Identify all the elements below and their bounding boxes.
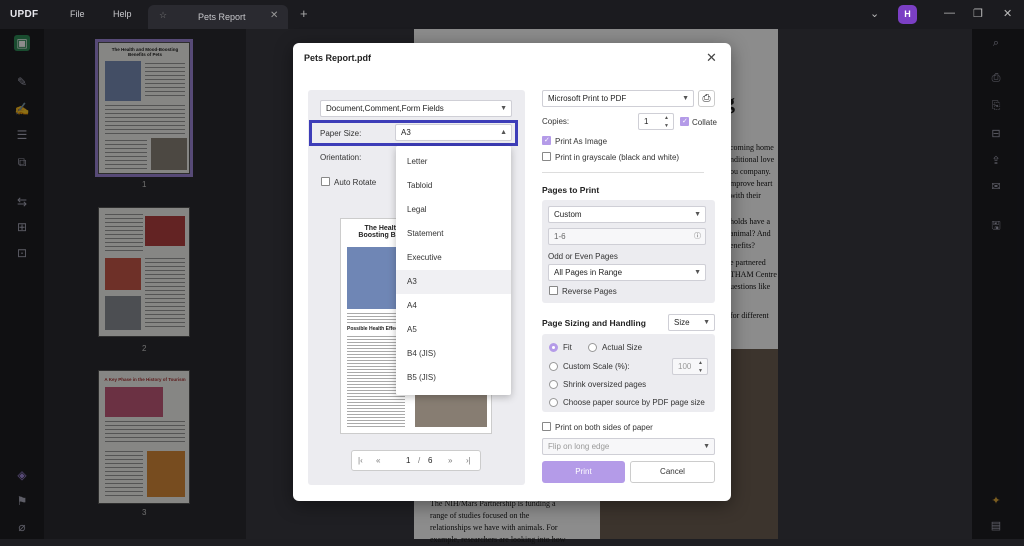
- odd-even-label: Odd or Even Pages: [548, 252, 618, 261]
- new-tab-icon[interactable]: +: [300, 6, 308, 21]
- print-as-image-label: Print As Image: [555, 137, 608, 146]
- next-page-icon[interactable]: »: [448, 456, 452, 465]
- tab-title: Pets Report: [198, 12, 246, 22]
- actual-size-label: Actual Size: [602, 343, 643, 352]
- grayscale-checkbox[interactable]: [542, 152, 551, 161]
- current-page[interactable]: 1: [406, 456, 410, 465]
- option-a4[interactable]: A4: [396, 294, 511, 318]
- reverse-pages-checkbox[interactable]: [549, 286, 558, 295]
- printer-properties-icon[interactable]: ⎙: [698, 90, 715, 107]
- auto-rotate-checkbox[interactable]: [321, 177, 330, 186]
- pages-to-print-heading: Pages to Print: [542, 185, 600, 195]
- option-b5-jis[interactable]: B5 (JIS): [396, 366, 511, 390]
- pages-mode-select[interactable]: Custom ▼: [548, 206, 706, 223]
- collate-checkbox[interactable]: [680, 117, 689, 126]
- restore-icon[interactable]: ❐: [973, 7, 983, 20]
- fit-radio[interactable]: [549, 343, 558, 352]
- auto-rotate-label: Auto Rotate: [334, 178, 377, 187]
- close-window-icon[interactable]: ✕: [1003, 7, 1012, 20]
- tab-close-icon[interactable]: ✕: [270, 10, 278, 21]
- shrink-label: Shrink oversized pages: [563, 380, 647, 389]
- both-sides-checkbox[interactable]: [542, 422, 551, 431]
- actual-size-radio[interactable]: [588, 343, 597, 352]
- custom-scale-label: Custom Scale (%):: [563, 362, 630, 371]
- odd-even-select[interactable]: All Pages in Range ▼: [548, 264, 706, 281]
- print-button[interactable]: Print: [542, 461, 625, 483]
- page-sizing-heading: Page Sizing and Handling: [542, 318, 646, 328]
- close-icon[interactable]: ✕: [706, 50, 717, 66]
- choose-source-radio[interactable]: [549, 398, 558, 407]
- collate-label: Collate: [692, 118, 717, 127]
- printer-select[interactable]: Microsoft Print to PDF ▼: [542, 90, 694, 107]
- option-a5[interactable]: A5: [396, 318, 511, 342]
- page-range-input[interactable]: 1-6 ⓘ: [548, 228, 706, 245]
- copies-input[interactable]: 1 ▲ ▼: [638, 113, 674, 130]
- minimize-icon[interactable]: —: [944, 7, 955, 19]
- both-sides-label: Print on both sides of paper: [555, 423, 653, 432]
- cat-image: [347, 247, 397, 309]
- document-tab[interactable]: ☆ Pets Report ✕: [148, 5, 288, 29]
- option-a3[interactable]: A3: [396, 270, 511, 294]
- copies-label: Copies:: [542, 117, 570, 126]
- option-letter[interactable]: Letter: [396, 150, 511, 174]
- choose-source-label: Choose paper source by PDF page size: [563, 398, 705, 407]
- option-tabloid[interactable]: Tabloid: [396, 174, 511, 198]
- paper-size-dropdown: Letter Tabloid Legal Statement Executive…: [396, 146, 511, 395]
- shrink-radio[interactable]: [549, 380, 558, 389]
- divider: [542, 172, 704, 173]
- last-page-icon[interactable]: ›|: [466, 456, 471, 465]
- chevron-down-icon[interactable]: ⌄: [870, 7, 879, 20]
- avatar[interactable]: H: [898, 5, 917, 24]
- flip-select[interactable]: Flip on long edge ▼: [542, 438, 715, 455]
- orientation-label: Orientation:: [320, 153, 362, 162]
- preview-section: Possible Health Effects: [347, 326, 403, 332]
- cancel-button[interactable]: Cancel: [630, 461, 715, 483]
- print-as-image-checkbox[interactable]: [542, 136, 551, 145]
- first-page-icon[interactable]: |‹: [358, 456, 363, 465]
- star-icon[interactable]: ☆: [159, 10, 167, 21]
- custom-scale-input[interactable]: 100 ▲ ▼: [672, 358, 708, 375]
- option-statement[interactable]: Statement: [396, 222, 511, 246]
- menu-file[interactable]: File: [70, 9, 85, 19]
- prev-page-icon[interactable]: «: [376, 456, 380, 465]
- preview-pager: |‹ « 1 / 6 » ›|: [351, 450, 481, 471]
- option-executive[interactable]: Executive: [396, 246, 511, 270]
- fit-label: Fit: [563, 343, 572, 352]
- option-b4-jis[interactable]: B4 (JIS): [396, 342, 511, 366]
- option-legal[interactable]: Legal: [396, 198, 511, 222]
- paper-size-highlight: [309, 120, 518, 146]
- title-bar: UPDF File Help ☆ Pets Report ✕ + ⌄ H — ❐…: [0, 0, 1024, 29]
- dialog-title: Pets Report.pdf: [304, 53, 372, 63]
- reverse-pages-label: Reverse Pages: [562, 287, 617, 296]
- total-pages: 6: [428, 456, 433, 465]
- sizing-select[interactable]: Size ▼: [668, 314, 715, 331]
- app-logo: UPDF: [10, 9, 39, 20]
- menu-help[interactable]: Help: [113, 9, 132, 19]
- print-content-select[interactable]: Document,Comment,Form Fields ▼: [320, 100, 512, 117]
- grayscale-label: Print in grayscale (black and white): [555, 153, 680, 162]
- custom-scale-radio[interactable]: [549, 362, 558, 371]
